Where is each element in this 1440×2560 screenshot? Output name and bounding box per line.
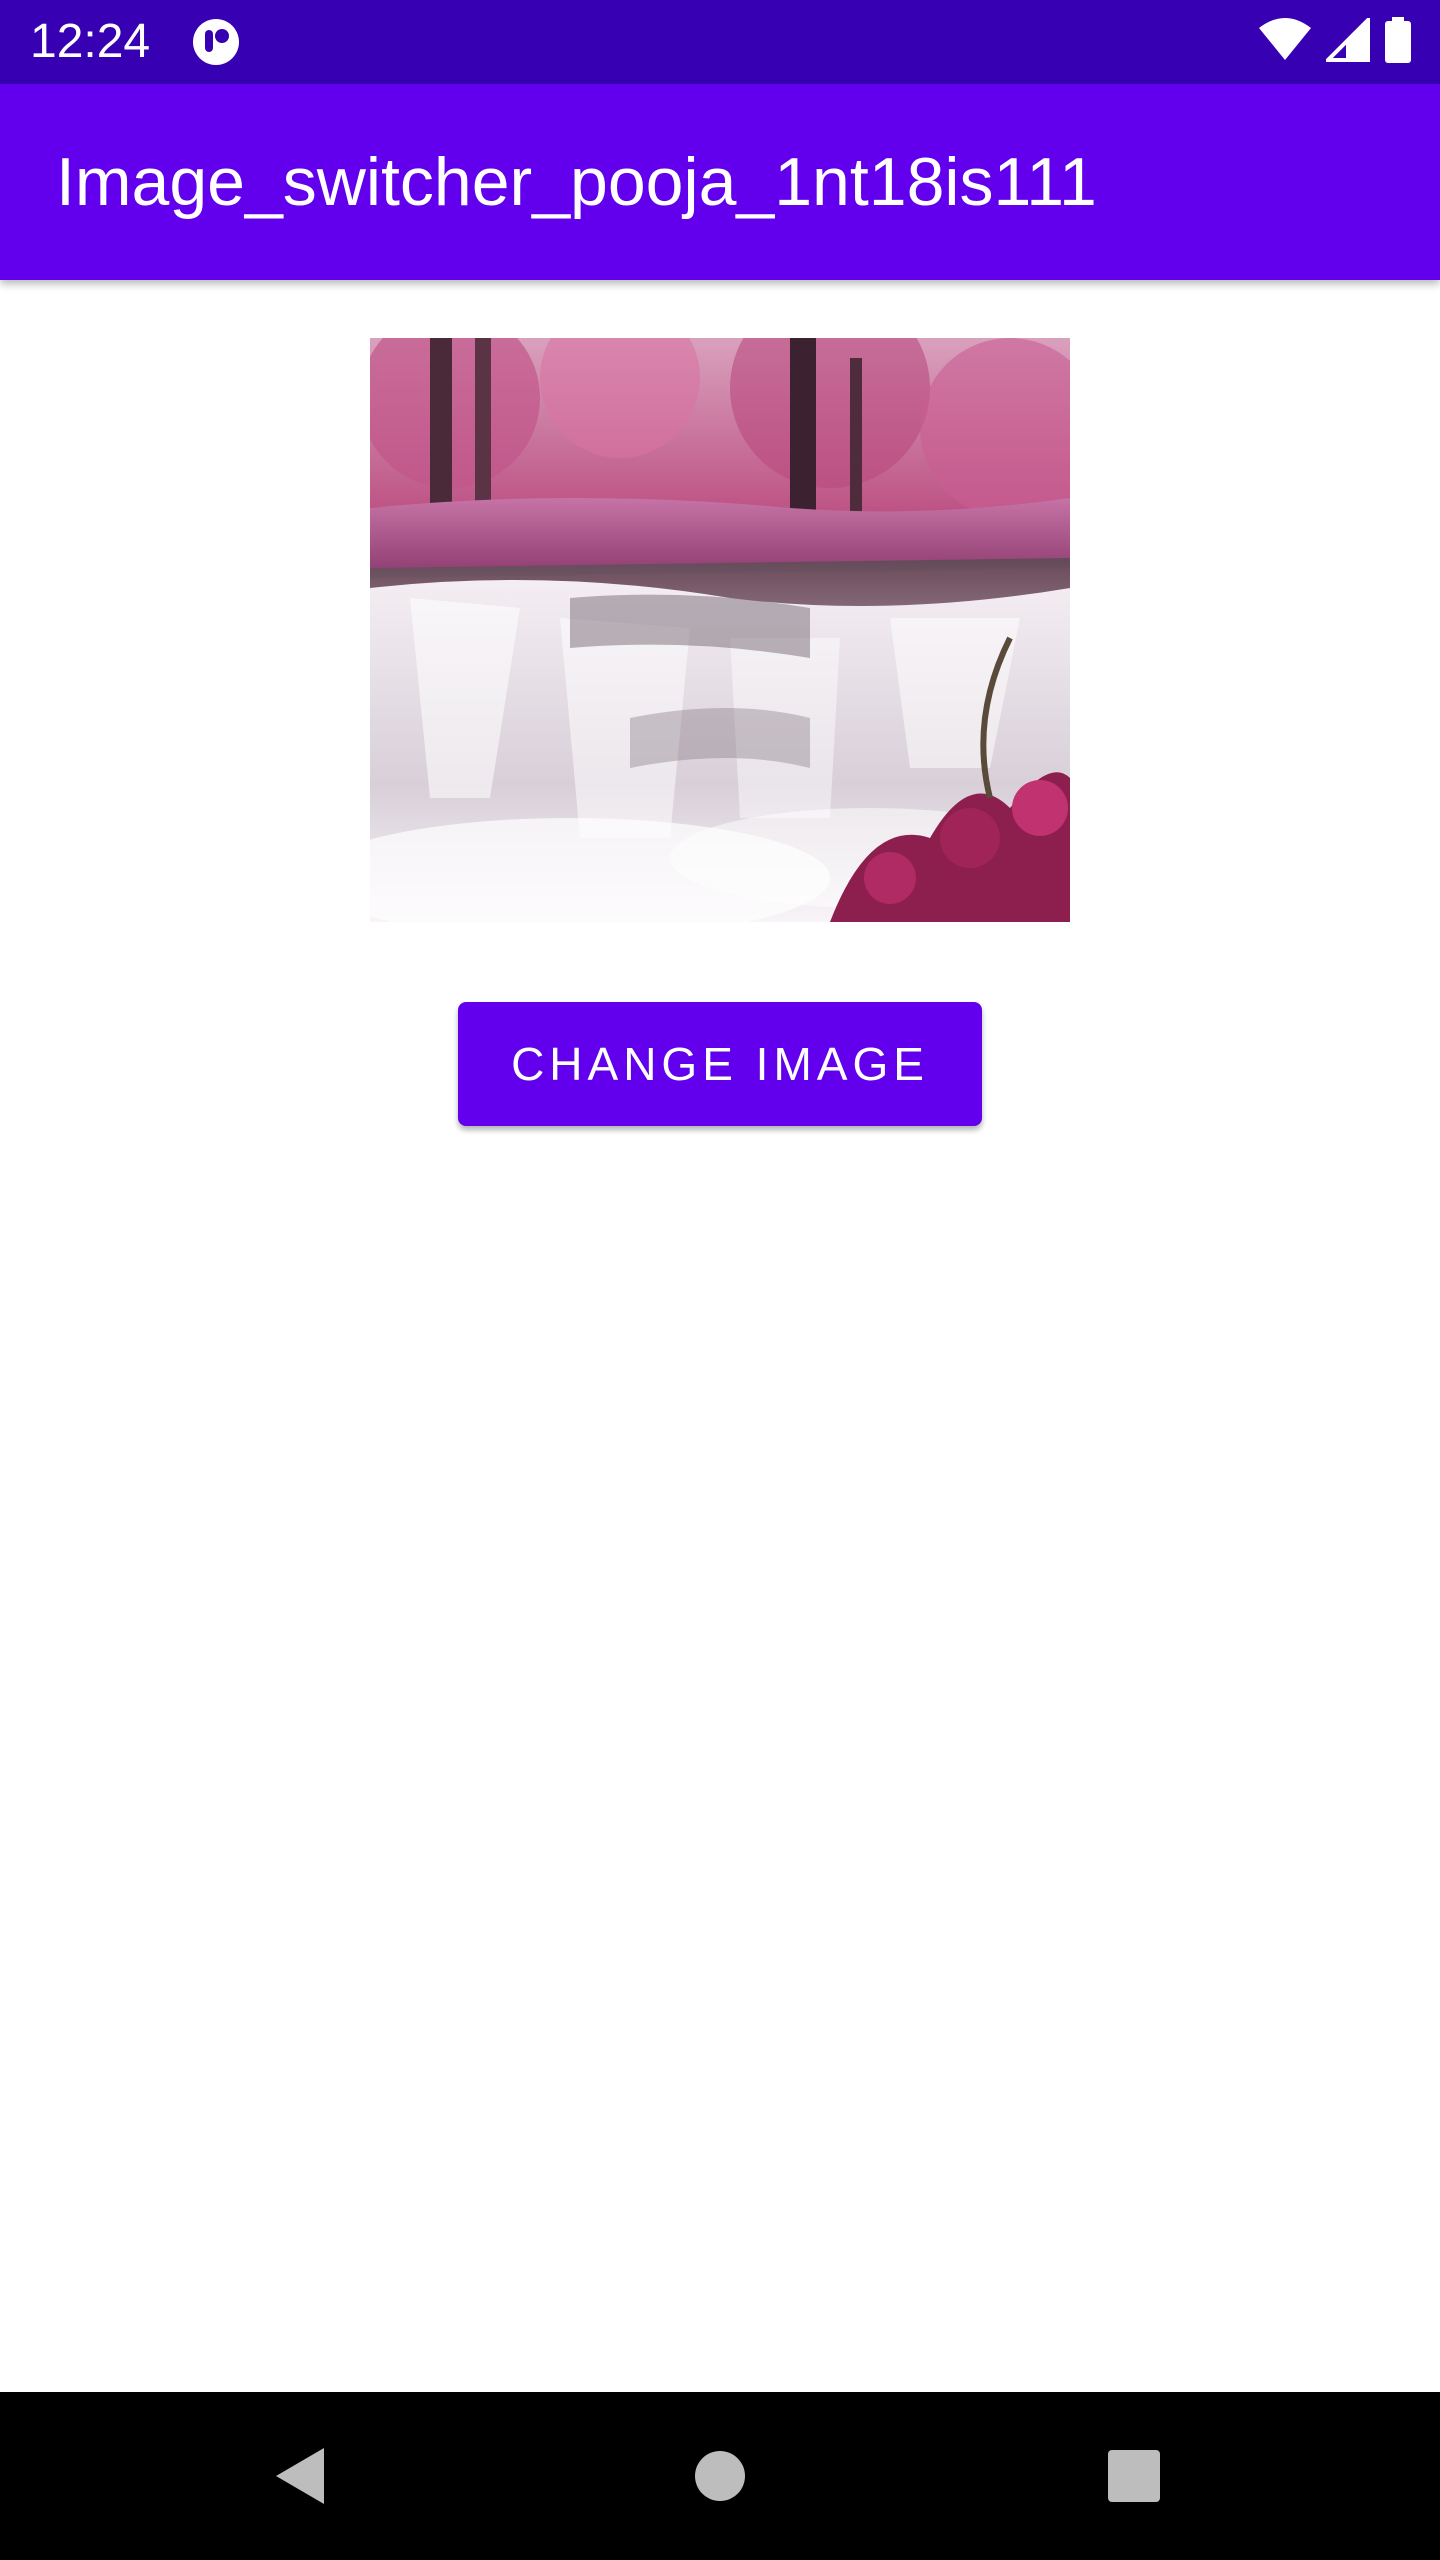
image-switcher bbox=[370, 338, 1070, 922]
app-notification-icon bbox=[192, 18, 240, 66]
change-image-button[interactable]: CHANGE IMAGE bbox=[458, 1002, 982, 1126]
cell-signal-icon bbox=[1323, 14, 1370, 67]
app-bar: Image_switcher_pooja_1nt18is111 bbox=[0, 84, 1440, 280]
status-bar: 12:24 bbox=[0, 0, 1440, 84]
status-time: 12:24 bbox=[30, 15, 151, 68]
home-icon[interactable] bbox=[680, 2436, 760, 2516]
app-title: Image_switcher_pooja_1nt18is111 bbox=[56, 144, 1097, 220]
waterfall-image bbox=[370, 338, 1070, 922]
recents-icon[interactable] bbox=[1094, 2436, 1174, 2516]
navigation-bar bbox=[0, 2392, 1440, 2560]
screen: 12:24 Image_switcher_pooja_1nt18is111 CH… bbox=[0, 0, 1440, 2560]
back-icon[interactable] bbox=[260, 2436, 340, 2516]
status-icons bbox=[1258, 14, 1412, 68]
battery-icon bbox=[1384, 16, 1412, 68]
wifi-icon bbox=[1258, 17, 1312, 67]
